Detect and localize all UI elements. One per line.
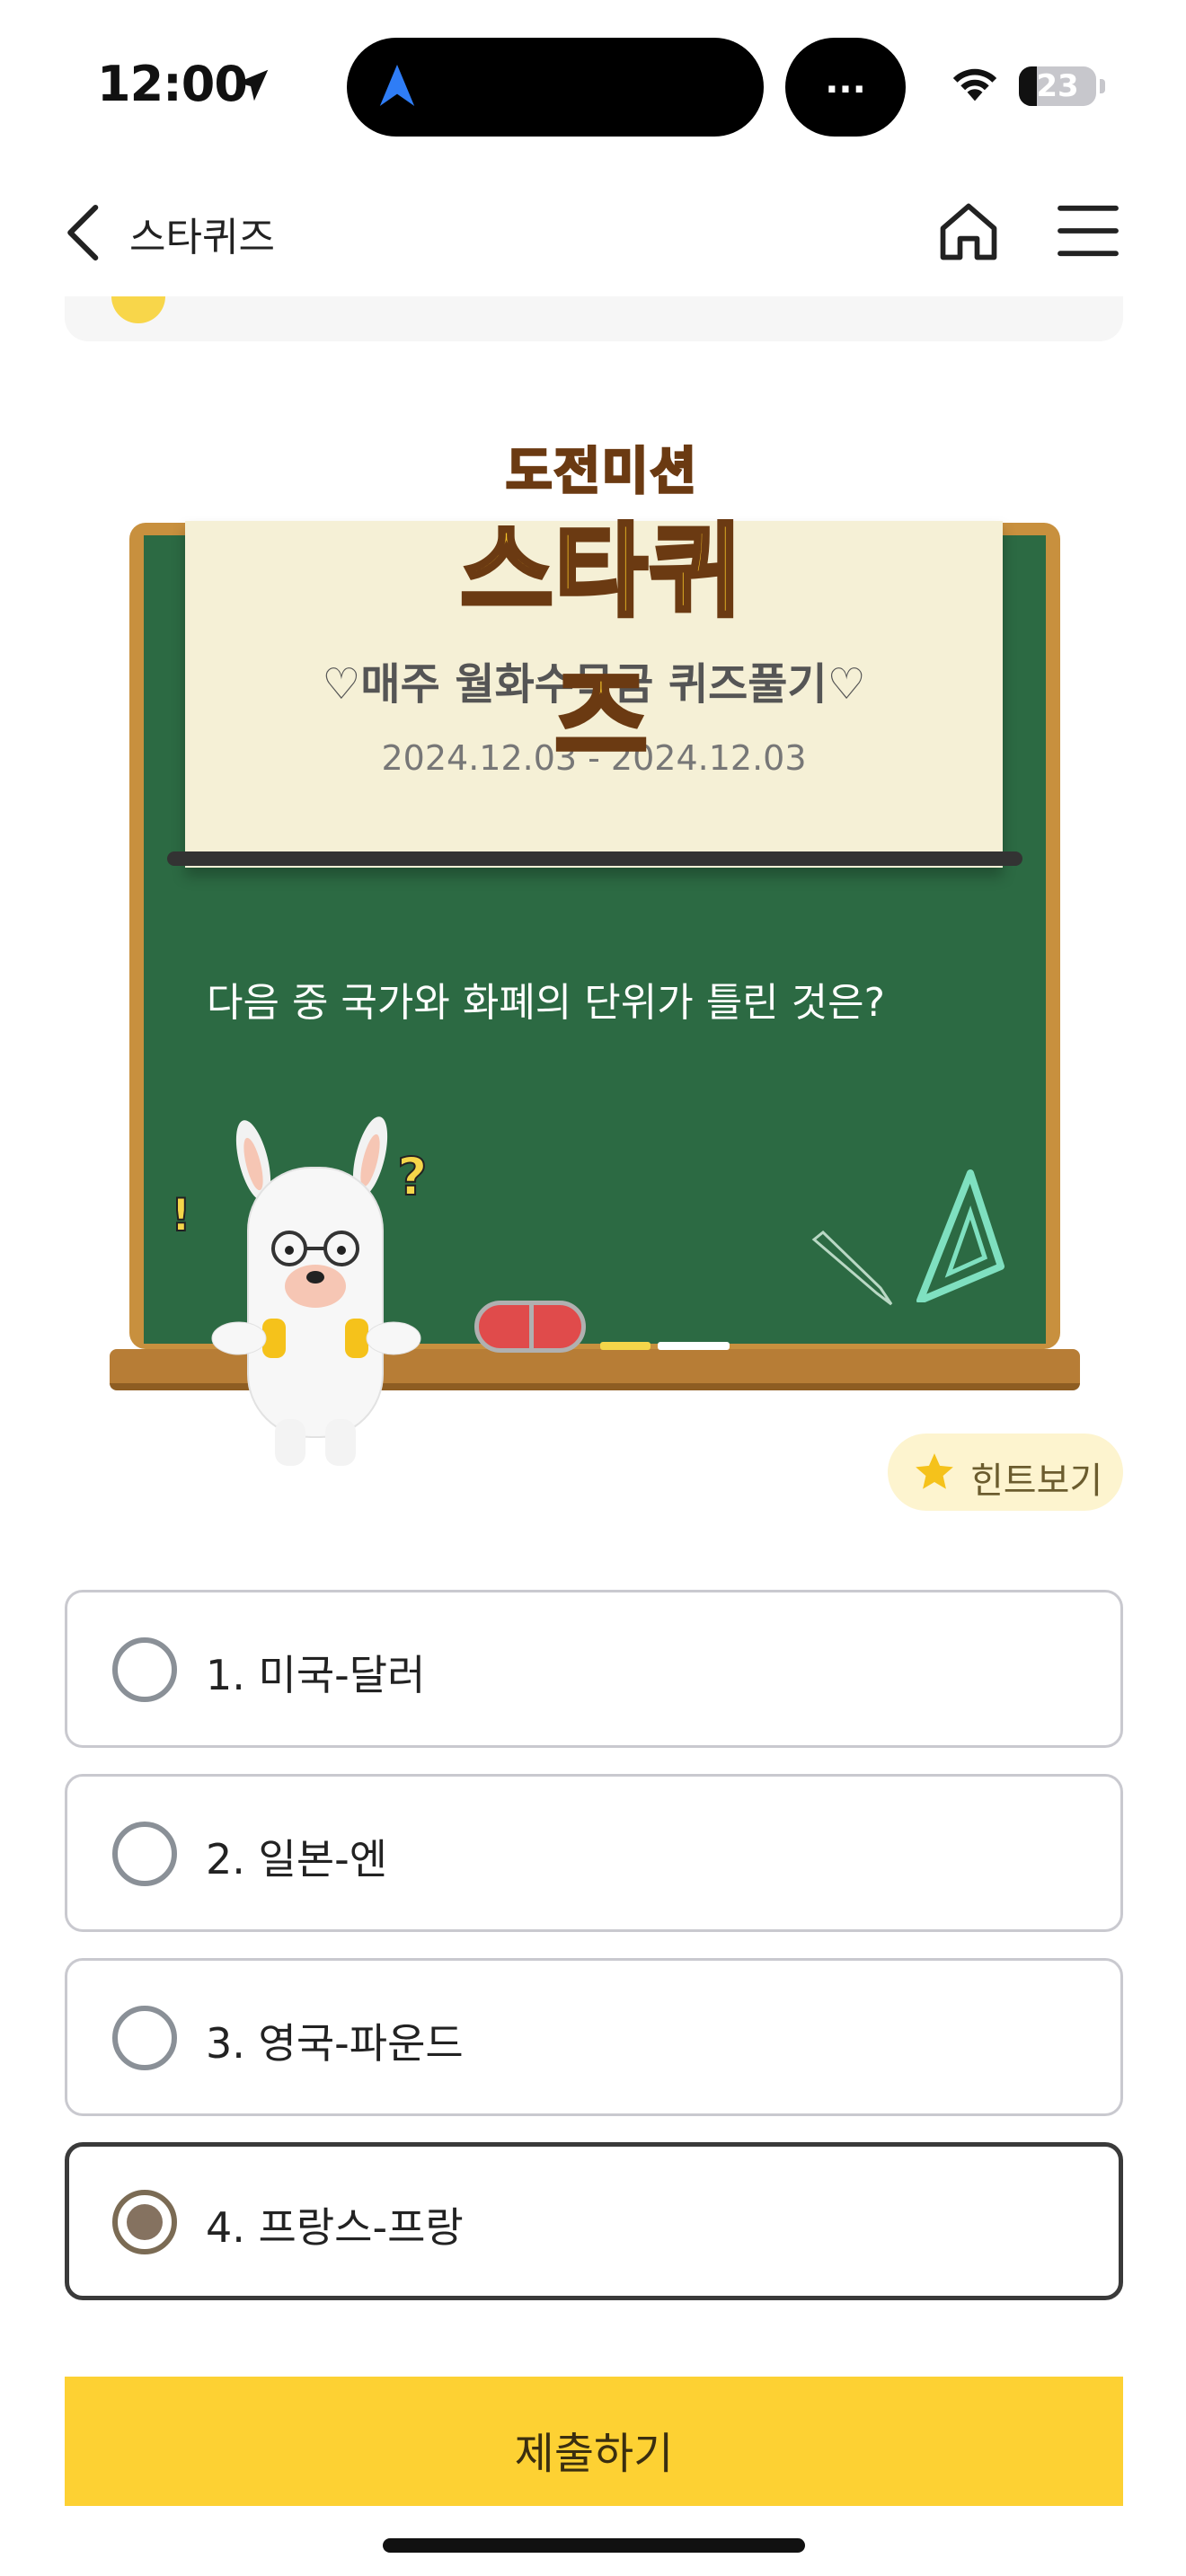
coin-icon — [111, 296, 165, 323]
status-time: 12:00 — [97, 56, 248, 112]
radio-button[interactable] — [112, 1822, 177, 1886]
location-arrow-icon — [236, 69, 269, 101]
radio-button[interactable] — [112, 1637, 177, 1702]
option-label: 3. 영국-파운드 — [206, 2019, 464, 2068]
hamburger-menu-icon[interactable] — [1057, 203, 1120, 259]
home-icon[interactable] — [934, 198, 1003, 266]
option-label: 4. 프랑스-프랑 — [206, 2203, 464, 2252]
white-chalk — [658, 1342, 730, 1350]
battery-level: 23 — [1036, 68, 1079, 104]
answer-option-3[interactable]: 3. 영국-파운드 — [65, 1958, 1123, 2116]
svg-text:?: ? — [397, 1146, 428, 1207]
answer-option-1[interactable]: 1. 미국-달러 — [65, 1590, 1123, 1748]
triangle-ruler-icon — [916, 1169, 1005, 1302]
scroll-rod — [167, 851, 1022, 866]
logo-title: 스타퀴즈 — [458, 512, 744, 779]
home-indicator[interactable] — [383, 2538, 805, 2553]
option-label: 2. 일본-엔 — [206, 1835, 388, 1883]
navigation-arrow-icon — [379, 65, 415, 106]
alpaca-mascot-icon: ! ? — [170, 1116, 429, 1466]
status-bar: 12:00 ... 23 — [0, 0, 1186, 171]
submit-label: 제출하기 — [514, 2429, 674, 2479]
svg-text:!: ! — [171, 1189, 191, 1241]
submit-button[interactable]: 제출하기 — [65, 2377, 1123, 2506]
dynamic-island-more[interactable]: ... — [785, 38, 906, 137]
radio-button[interactable] — [112, 2006, 177, 2070]
hint-button[interactable]: 힌트보기 — [888, 1434, 1123, 1511]
battery-indicator: 23 — [1019, 66, 1096, 106]
page-title: 스타퀴즈 — [129, 215, 275, 260]
radio-dot — [127, 2204, 163, 2240]
eraser-icon — [474, 1301, 586, 1353]
chevron-left-icon[interactable] — [58, 201, 111, 264]
option-label: 1. 미국-달러 — [206, 1651, 426, 1699]
star-icon — [916, 1453, 953, 1489]
radio-button[interactable] — [112, 2190, 177, 2254]
pencil-drawing-icon — [811, 1231, 893, 1306]
star-quiz-logo: 도전미션 스타퀴즈 — [413, 431, 791, 779]
answer-option-4[interactable]: 4. 프랑스-프랑 — [65, 2142, 1123, 2300]
wifi-icon — [952, 68, 997, 101]
nav-header: 스타퀴즈 — [0, 171, 1186, 287]
yellow-chalk — [600, 1342, 651, 1350]
quiz-question: 다음 중 국가와 화폐의 단위가 틀린 것은? — [207, 980, 885, 1026]
quiz-board: ♡매주 월화수목금 퀴즈풀기♡ 2024.12.03 - 2024.12.03 … — [0, 395, 1186, 1509]
hint-label: 힌트보기 — [970, 1460, 1103, 1502]
dynamic-island-activity[interactable] — [347, 38, 764, 137]
previous-section-strip — [65, 296, 1123, 341]
answer-option-2[interactable]: 2. 일본-엔 — [65, 1774, 1123, 1932]
battery-tip — [1100, 79, 1105, 93]
